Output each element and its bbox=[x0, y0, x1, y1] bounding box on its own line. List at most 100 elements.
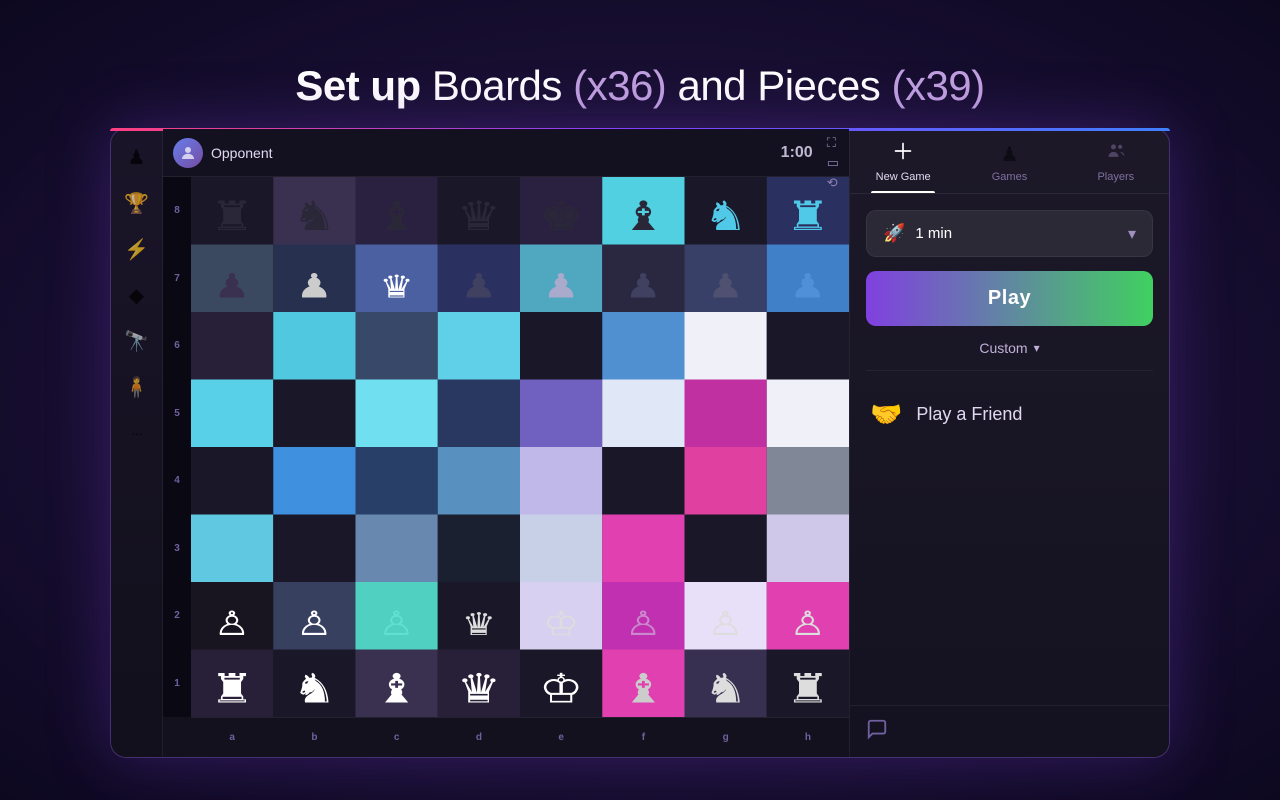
custom-label: Custom bbox=[979, 340, 1027, 356]
binoculars-sidebar-icon[interactable]: 🔭 bbox=[123, 327, 151, 355]
rocket-icon: 🚀 bbox=[883, 223, 905, 244]
panel-content: 🚀 1 min ▾ Play Custom ▾ 🤝 Play a bbox=[850, 194, 1169, 705]
rank-6: 6 bbox=[163, 312, 191, 380]
svg-text:♛: ♛ bbox=[379, 270, 413, 305]
svg-text:♙: ♙ bbox=[296, 604, 333, 642]
rank-labels: 8 7 6 5 4 3 2 1 bbox=[163, 177, 191, 717]
rank-1: 1 bbox=[163, 650, 191, 718]
pawn-sidebar-icon[interactable]: ♟ bbox=[123, 143, 151, 171]
person-sidebar-icon[interactable]: 🧍 bbox=[123, 373, 151, 401]
timer-top: 1:00 bbox=[781, 144, 813, 162]
custom-chevron-icon: ▾ bbox=[1034, 341, 1040, 355]
svg-text:♙: ♙ bbox=[378, 604, 415, 642]
opponent-avatar bbox=[173, 138, 203, 168]
rank-8: 8 bbox=[163, 177, 191, 245]
svg-text:♞: ♞ bbox=[704, 666, 748, 712]
svg-text:♜: ♜ bbox=[210, 193, 254, 239]
svg-text:♟: ♟ bbox=[707, 267, 744, 305]
handshake-icon: 🤝 bbox=[870, 399, 902, 430]
play-friend-label: Play a Friend bbox=[916, 404, 1022, 425]
tab-new-game[interactable]: New Game bbox=[850, 129, 956, 193]
rank-4: 4 bbox=[163, 447, 191, 515]
opponent-name: Opponent bbox=[211, 145, 773, 161]
file-g: g bbox=[685, 732, 767, 743]
svg-text:♛: ♛ bbox=[457, 666, 501, 712]
rank-2: 2 bbox=[163, 582, 191, 650]
trophy-sidebar-icon[interactable]: 🏆 bbox=[123, 189, 151, 217]
play-button[interactable]: Play bbox=[866, 271, 1153, 326]
svg-text:♙: ♙ bbox=[625, 604, 662, 642]
svg-text:♟: ♟ bbox=[214, 267, 251, 305]
svg-text:♛: ♛ bbox=[462, 607, 496, 642]
rank-5: 5 bbox=[163, 380, 191, 448]
svg-text:♜: ♜ bbox=[786, 666, 830, 712]
chess-board-grid[interactable]: ♜ ♞ ♝ ♛ ♚ ♝ ♞ ♜ ♟ ♟ ♛ ♟ ♟ ♟ ♟ bbox=[191, 177, 849, 717]
svg-text:♜: ♜ bbox=[210, 666, 254, 712]
cube-sidebar-icon[interactable]: ◆ bbox=[123, 281, 151, 309]
svg-text:♙: ♙ bbox=[789, 604, 826, 642]
new-game-tab-label: New Game bbox=[876, 171, 931, 183]
file-h: h bbox=[767, 732, 849, 743]
chat-icon[interactable] bbox=[866, 718, 888, 745]
separator bbox=[866, 370, 1153, 371]
svg-text:♞: ♞ bbox=[292, 193, 336, 239]
panel-bottom bbox=[850, 705, 1169, 757]
svg-text:♚: ♚ bbox=[539, 193, 583, 239]
settings-icon[interactable]: ⚙ bbox=[827, 129, 839, 131]
svg-text:♜: ♜ bbox=[786, 193, 830, 239]
tab-players[interactable]: Players bbox=[1063, 129, 1169, 193]
svg-text:♛: ♛ bbox=[457, 193, 501, 239]
app-container: ♟ 🏆 ⚡ ◆ 🔭 🧍 ··· Opponent 1:00 ⚙ ⛶ ▭ bbox=[110, 128, 1170, 758]
tab-games[interactable]: ♟ Games bbox=[956, 129, 1062, 193]
board-controls: ⚙ ⛶ ▭ ⟲ bbox=[827, 129, 839, 191]
svg-text:♟: ♟ bbox=[789, 267, 826, 305]
players-tab-label: Players bbox=[1097, 171, 1134, 183]
svg-text:♟: ♟ bbox=[543, 267, 580, 305]
svg-text:♟: ♟ bbox=[296, 267, 333, 305]
svg-text:♝: ♝ bbox=[375, 666, 419, 712]
file-a: a bbox=[191, 732, 273, 743]
svg-text:♝: ♝ bbox=[621, 193, 665, 239]
layout-icon[interactable]: ▭ bbox=[827, 155, 839, 171]
app-wrapper: ♟ 🏆 ⚡ ◆ 🔭 🧍 ··· Opponent 1:00 ⚙ ⛶ ▭ bbox=[110, 128, 1170, 758]
file-e: e bbox=[520, 732, 602, 743]
rank-3: 3 bbox=[163, 515, 191, 583]
svg-text:♝: ♝ bbox=[375, 193, 419, 239]
custom-row[interactable]: Custom ▾ bbox=[866, 340, 1153, 356]
board-area: Opponent 1:00 ⚙ ⛶ ▭ ⟲ 8 7 6 5 4 3 2 1 bbox=[163, 129, 849, 757]
svg-text:♔: ♔ bbox=[539, 666, 583, 712]
rank-7: 7 bbox=[163, 245, 191, 313]
board-header: Opponent 1:00 ⚙ ⛶ ▭ ⟲ bbox=[163, 129, 849, 177]
page-title: Set up Boards (x36) and Pieces (x39) bbox=[0, 42, 1280, 128]
games-icon: ♟ bbox=[1001, 142, 1019, 167]
svg-text:♟: ♟ bbox=[625, 267, 662, 305]
new-game-icon bbox=[893, 141, 913, 167]
file-labels: a b c d e f g h bbox=[191, 717, 849, 757]
svg-text:♔: ♔ bbox=[543, 604, 580, 642]
file-d: d bbox=[438, 732, 520, 743]
time-control-selector[interactable]: 🚀 1 min ▾ bbox=[866, 210, 1153, 257]
svg-text:♞: ♞ bbox=[704, 193, 748, 239]
play-friend-row[interactable]: 🤝 Play a Friend bbox=[866, 385, 1153, 444]
right-panel: New Game ♟ Games Players � bbox=[849, 129, 1169, 757]
games-tab-label: Games bbox=[992, 171, 1027, 183]
file-b: b bbox=[273, 732, 355, 743]
fullscreen-icon[interactable]: ⛶ bbox=[827, 135, 839, 151]
sidebar: ♟ 🏆 ⚡ ◆ 🔭 🧍 ··· bbox=[111, 129, 163, 757]
bottom-rank-corner bbox=[163, 717, 191, 757]
svg-text:♟: ♟ bbox=[460, 267, 497, 305]
file-c: c bbox=[356, 732, 438, 743]
lightning-sidebar-icon[interactable]: ⚡ bbox=[123, 235, 151, 263]
svg-text:♞: ♞ bbox=[292, 666, 336, 712]
file-f: f bbox=[602, 732, 684, 743]
flip-icon[interactable]: ⟲ bbox=[827, 175, 839, 191]
more-sidebar-icon[interactable]: ··· bbox=[123, 419, 151, 447]
time-control-label: 1 min bbox=[915, 225, 952, 242]
svg-text:♝: ♝ bbox=[621, 666, 665, 712]
panel-tabs: New Game ♟ Games Players bbox=[850, 129, 1169, 194]
players-icon bbox=[1106, 141, 1126, 167]
time-chevron-icon: ▾ bbox=[1128, 224, 1136, 244]
svg-text:♙: ♙ bbox=[214, 604, 251, 642]
svg-text:♙: ♙ bbox=[707, 604, 744, 642]
time-control-left: 🚀 1 min bbox=[883, 223, 952, 244]
